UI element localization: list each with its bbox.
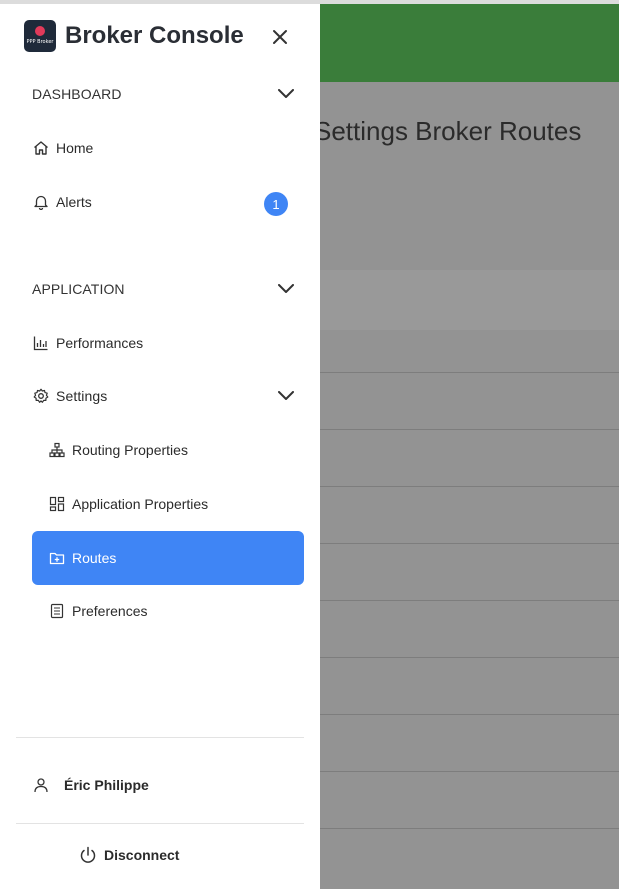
folder-plus-icon xyxy=(48,549,66,567)
app-title: Broker Console xyxy=(65,22,244,49)
menu-item-preferences[interactable]: Preferences xyxy=(48,591,147,631)
user-icon xyxy=(32,776,50,794)
user-profile[interactable]: Éric Philippe xyxy=(32,770,149,800)
table-row-divider xyxy=(320,486,619,487)
menu-item-performances-label: Performances xyxy=(56,335,144,351)
power-icon xyxy=(79,846,97,864)
menu-item-settings-label: Settings xyxy=(56,388,108,404)
chevron-down-icon xyxy=(276,279,296,299)
user-name: Éric Philippe xyxy=(64,777,149,793)
app-logo: PPP Broker xyxy=(24,20,56,52)
section-application[interactable]: APPLICATION xyxy=(32,277,296,301)
section-dashboard-label: DASHBOARD xyxy=(32,86,122,102)
section-dashboard[interactable]: DASHBOARD xyxy=(32,82,296,106)
menu-item-preferences-label: Preferences xyxy=(72,603,148,619)
menu-item-alerts-label: Alerts xyxy=(56,194,92,210)
menu-item-routing-properties-label: Routing Properties xyxy=(72,442,188,458)
table-header-band xyxy=(320,270,619,330)
chevron-down-icon xyxy=(276,386,296,406)
close-icon xyxy=(273,30,287,44)
table-row-divider xyxy=(320,543,619,544)
footer-divider xyxy=(16,823,304,824)
chevron-down-icon xyxy=(276,84,296,104)
menu-item-alerts[interactable]: Alerts xyxy=(32,182,92,222)
table-row-divider xyxy=(320,600,619,601)
table-row-divider xyxy=(320,714,619,715)
table-row-divider xyxy=(320,771,619,772)
table-row-divider xyxy=(320,429,619,430)
menu-item-application-properties-label: Application Properties xyxy=(72,496,209,512)
disconnect-label: Disconnect xyxy=(104,847,180,863)
menu-item-performances[interactable]: Performances xyxy=(32,323,143,363)
disconnect-button[interactable]: Disconnect xyxy=(79,840,179,870)
close-drawer-button[interactable] xyxy=(268,25,292,49)
menu-item-routes[interactable]: Routes xyxy=(32,531,304,585)
table-row-divider xyxy=(320,828,619,829)
alerts-count-badge: 1 xyxy=(264,192,288,216)
home-icon xyxy=(32,139,50,157)
gear-icon xyxy=(32,387,50,405)
table-row-divider xyxy=(320,372,619,373)
dashboard-layout-icon xyxy=(48,495,66,513)
bell-icon xyxy=(32,193,50,211)
hierarchy-icon xyxy=(48,441,66,459)
menu-item-routing-properties[interactable]: Routing Properties xyxy=(48,430,188,470)
navigation-drawer: PPP Broker Broker Console DASHBOARD Home… xyxy=(0,4,320,889)
menu-item-application-properties[interactable]: Application Properties xyxy=(48,484,208,524)
app-bar xyxy=(320,4,619,82)
document-list-icon xyxy=(48,602,66,620)
brand: PPP Broker Broker Console xyxy=(24,20,244,52)
table-row-divider xyxy=(320,657,619,658)
menu-item-settings[interactable]: Settings xyxy=(32,384,296,408)
menu-item-routes-label: Routes xyxy=(72,550,117,566)
page-title: Settings Broker Routes xyxy=(314,116,582,146)
footer-divider xyxy=(16,737,304,738)
bar-chart-icon xyxy=(32,334,50,352)
section-application-label: APPLICATION xyxy=(32,281,125,297)
menu-item-home[interactable]: Home xyxy=(32,128,93,168)
menu-item-home-label: Home xyxy=(56,140,94,156)
